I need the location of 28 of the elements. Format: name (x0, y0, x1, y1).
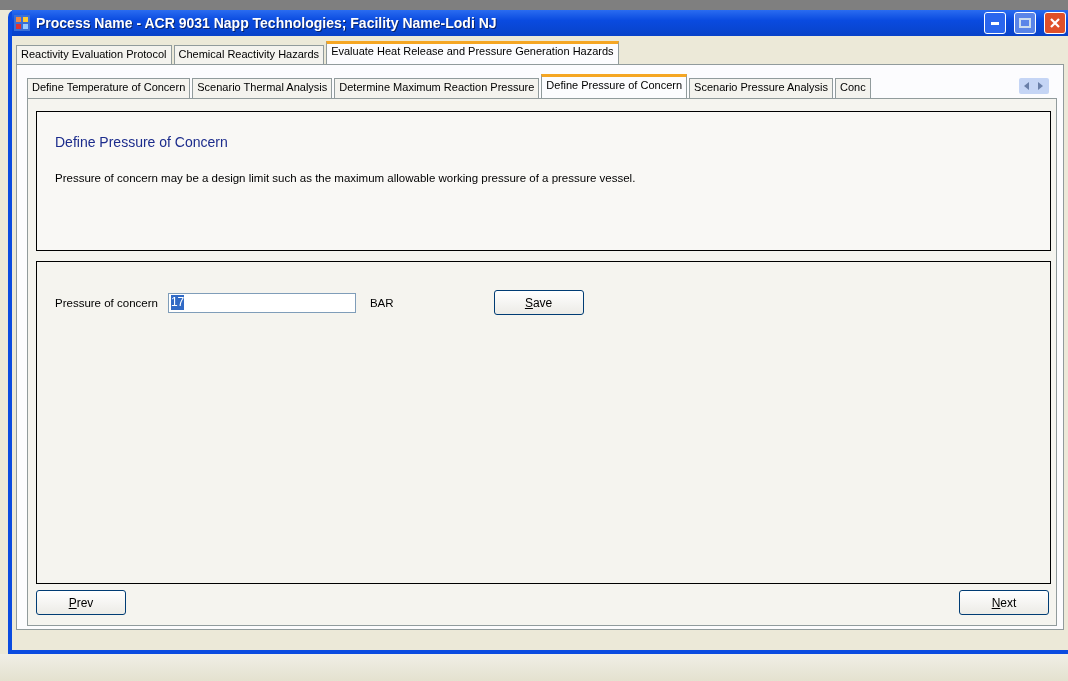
next-button[interactable]: Next (959, 590, 1049, 615)
close-button[interactable] (1044, 12, 1066, 34)
close-icon (1050, 18, 1060, 28)
minimize-button[interactable] (984, 12, 1006, 34)
left-arrow-icon[interactable] (1024, 82, 1030, 90)
maximize-icon (1019, 18, 1031, 28)
section-heading: Define Pressure of Concern (55, 134, 229, 150)
minimize-icon (991, 21, 999, 25)
tab[interactable]: Determine Maximum Reaction Pressure (334, 78, 540, 98)
prev-button[interactable]: Prev (36, 590, 126, 615)
pressure-input-field[interactable]: 17 (167, 292, 356, 313)
field-label: Pressure of concern (55, 296, 158, 309)
tab[interactable]: Evaluate Heat Release and Pressure Generation Hazards (326, 41, 619, 64)
tab[interactable]: Scenario Thermal Analysis (192, 78, 333, 98)
app-icon (14, 15, 30, 31)
tab[interactable]: Reactivity Evaluation Protocol (16, 45, 172, 64)
window-title: Process Name - ACR 9031 Napp Technologies; Facility Name-Lodi NJ (36, 15, 497, 31)
maximize-button[interactable] (1014, 12, 1036, 34)
tab-scroll-buttons[interactable] (1019, 78, 1049, 94)
save-button[interactable]: Save (493, 290, 584, 315)
tab[interactable]: Define Pressure of Concern (541, 74, 688, 98)
tab[interactable]: Define Temperature of Concern (27, 78, 191, 98)
right-arrow-icon[interactable] (1038, 82, 1044, 90)
tab[interactable]: Scenario Pressure Analysis (689, 78, 833, 98)
tab[interactable]: Chemical Reactivity Hazards (173, 45, 325, 64)
description-text: Pressure of concern may be a design limit such as the maximum allowable working pressure of a pressure vessel. (55, 172, 637, 184)
unit-label: BAR (369, 296, 394, 309)
tab[interactable]: Conc (834, 78, 871, 98)
